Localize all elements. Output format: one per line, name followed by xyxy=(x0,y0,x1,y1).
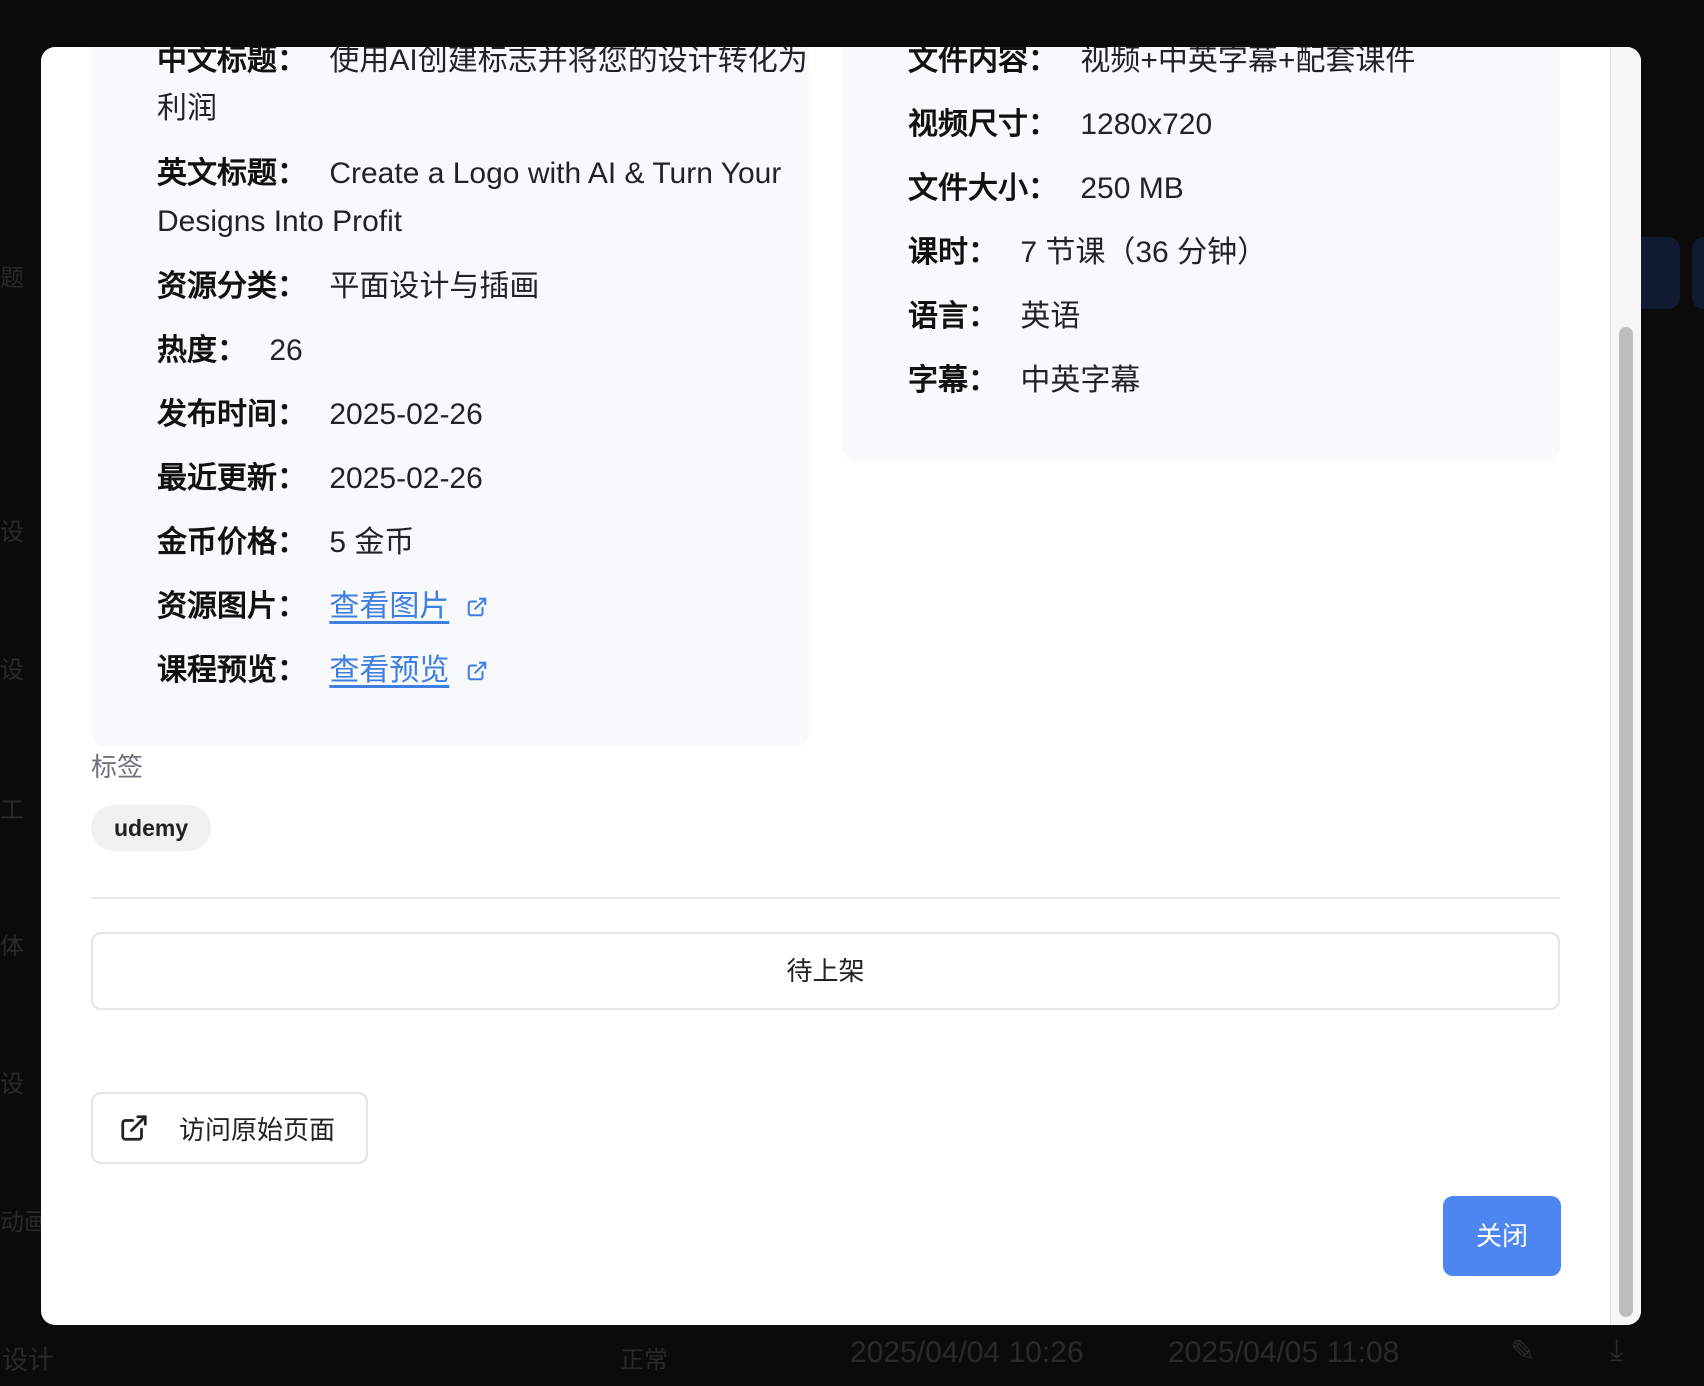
price-row: 金币价格： 5 金币 xyxy=(157,519,414,567)
edit-icon: ✎ xyxy=(1510,1335,1536,1368)
category-value: 平面设计与插画 xyxy=(329,270,540,303)
language-label: 语言： xyxy=(908,300,998,333)
scrollbar-thumb[interactable] xyxy=(1619,327,1633,1317)
status-indicator[interactable]: 待上架 xyxy=(91,932,1560,1010)
content-label: 文件内容： xyxy=(908,47,1058,77)
bg-bottom-status: 正常 xyxy=(620,1347,668,1374)
bg-action-button-2 xyxy=(1692,237,1704,309)
cn-title-value: 使用AI创建标志并将您的设计转化为 xyxy=(329,47,808,77)
tag-chip: udemy xyxy=(91,805,212,851)
file-size-label: 文件大小： xyxy=(908,172,1058,205)
cn-title-label: 中文标题： xyxy=(157,47,307,77)
scrollbar[interactable] xyxy=(1610,47,1641,1325)
file-size-value: 250 MB xyxy=(1080,172,1184,205)
external-link-icon[interactable] xyxy=(466,649,488,697)
en-title-value: Create a Logo with AI & Turn Your xyxy=(329,157,782,190)
updated-value: 2025-02-26 xyxy=(329,462,483,495)
video-size-value: 1280x720 xyxy=(1080,108,1213,141)
heat-value: 26 xyxy=(269,334,303,367)
price-label: 金币价格： xyxy=(157,526,307,559)
bg-row-4: 工 xyxy=(0,797,24,824)
category-label: 资源分类： xyxy=(157,270,307,303)
category-row: 资源分类： 平面设计与插画 xyxy=(157,263,539,311)
subtitle-row: 字幕： 中英字幕 xyxy=(908,357,1140,405)
info-panel-right: 文件内容： 视频+中英字幕+配套课件 视频尺寸： 1280x720 文件大小： … xyxy=(842,47,1560,461)
bg-bottom-name: 设计 xyxy=(2,1345,55,1375)
subtitle-label: 字幕： xyxy=(908,364,998,397)
bg-row-6: 设 xyxy=(0,1071,24,1098)
bg-row-3: 设 xyxy=(0,657,24,684)
preview-row: 课程预览： 查看预览 xyxy=(157,647,488,697)
language-row: 语言： 英语 xyxy=(908,293,1080,341)
subtitle-value: 中英字幕 xyxy=(1020,364,1141,397)
tags-heading: 标签 xyxy=(91,752,144,782)
publish-label: 发布时间： xyxy=(157,398,307,431)
updated-label: 最近更新： xyxy=(157,462,307,495)
resource-detail-modal: 中文标题： 使用AI创建标志并将您的设计转化为 利润 英文标题： Create … xyxy=(41,47,1641,1325)
video-size-label: 视频尺寸： xyxy=(908,108,1058,141)
cn-title-value-cont: 利润 xyxy=(157,92,217,125)
publish-value: 2025-02-26 xyxy=(329,398,483,431)
info-panel-left: 中文标题： 使用AI创建标志并将您的设计转化为 利润 英文标题： Create … xyxy=(91,47,809,747)
visit-original-page-button[interactable]: 访问原始页面 xyxy=(91,1092,368,1164)
publish-row: 发布时间： 2025-02-26 xyxy=(157,391,483,439)
heat-row: 热度： 26 xyxy=(157,327,303,375)
updated-row: 最近更新： 2025-02-26 xyxy=(157,455,483,503)
image-row: 资源图片： 查看图片 xyxy=(157,583,488,633)
external-link-icon xyxy=(119,1113,149,1143)
bg-row-5: 体 xyxy=(0,933,24,960)
close-button[interactable]: 关闭 xyxy=(1443,1196,1561,1276)
lessons-row: 课时： 7 节课（36 分钟） xyxy=(908,229,1267,277)
en-title-row: 英文标题： Create a Logo with AI & Turn Your xyxy=(157,150,781,198)
price-value: 5 金币 xyxy=(329,526,415,559)
language-value: 英语 xyxy=(1020,300,1081,333)
image-label: 资源图片： xyxy=(157,590,307,623)
heat-label: 热度： xyxy=(157,334,247,367)
bg-row-1: 题 xyxy=(0,265,24,292)
video-size-row: 视频尺寸： 1280x720 xyxy=(908,101,1212,149)
visit-original-page-label: 访问原始页面 xyxy=(179,1114,336,1145)
external-link-icon[interactable] xyxy=(466,585,488,633)
download-icon: ⤓ xyxy=(1610,1334,1624,1367)
view-preview-link[interactable]: 查看预览 xyxy=(329,654,449,687)
section-divider xyxy=(91,897,1560,899)
lessons-value: 7 节课（36 分钟） xyxy=(1020,236,1268,269)
bg-row-2: 设 xyxy=(0,519,24,546)
preview-label: 课程预览： xyxy=(157,654,307,687)
lessons-label: 课时： xyxy=(908,236,998,269)
content-value: 视频+中英字幕+配套课件 xyxy=(1080,47,1416,77)
bg-bottom-created: 2025/04/04 10:26 xyxy=(850,1336,1084,1369)
cn-title-row: 中文标题： 使用AI创建标志并将您的设计转化为 xyxy=(157,47,808,85)
content-row: 文件内容： 视频+中英字幕+配套课件 xyxy=(908,47,1415,85)
en-title-value-cont: Designs Into Profit xyxy=(157,205,403,238)
view-image-link[interactable]: 查看图片 xyxy=(329,590,449,623)
file-size-row: 文件大小： 250 MB xyxy=(908,165,1184,213)
bg-bottom-updated: 2025/04/05 11:08 xyxy=(1168,1336,1400,1369)
en-title-label: 英文标题： xyxy=(157,157,307,190)
